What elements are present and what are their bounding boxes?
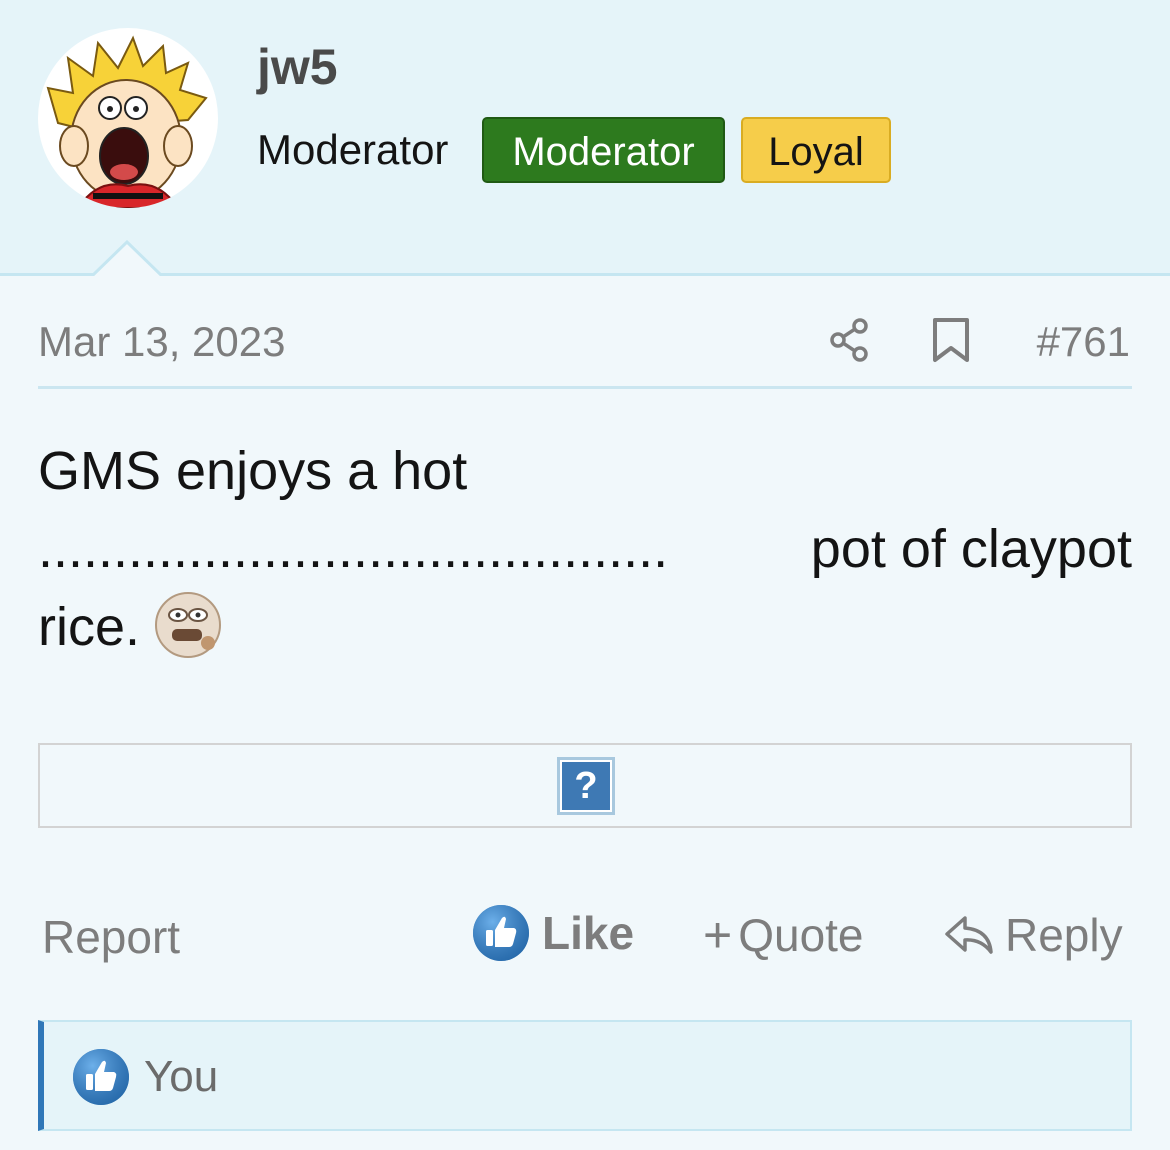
user-header: jw5 Moderator Moderator Loyal — [0, 0, 1170, 276]
user-avatar[interactable] — [38, 28, 218, 208]
reply-arrow-icon — [945, 916, 993, 954]
post-text-line: GMS enjoys a hot — [38, 441, 468, 501]
post-body: GMS enjoys a hot .......................… — [38, 432, 1132, 666]
post-text-line: rice. — [38, 588, 1132, 666]
share-icon[interactable] — [828, 316, 872, 364]
post-actions: Report Like + Quote Reply — [38, 900, 1132, 970]
reactions-summary[interactable]: You — [38, 1020, 1132, 1131]
bookmark-icon[interactable] — [931, 316, 971, 364]
thumbs-up-icon — [73, 1049, 129, 1105]
reactions-users[interactable]: You — [144, 1052, 218, 1102]
badge-moderator: Moderator — [482, 117, 725, 183]
badge-loyal: Loyal — [741, 117, 891, 183]
username[interactable]: jw5 — [257, 38, 338, 96]
post-text-dots: ........................................… — [38, 519, 669, 579]
post-number[interactable]: #761 — [1037, 318, 1130, 366]
thumbs-up-icon — [473, 905, 529, 961]
plus-icon: + — [703, 907, 733, 963]
post-text-line: ........................................… — [38, 510, 1132, 588]
reply-label: Reply — [1005, 909, 1123, 961]
user-title: Moderator — [257, 126, 449, 173]
question-mark-icon: ? — [562, 762, 610, 810]
header-pointer-arrow — [92, 240, 162, 276]
post-date[interactable]: Mar 13, 2023 — [38, 318, 286, 366]
embedded-media-box[interactable]: ? — [38, 743, 1132, 828]
post-text-segment: pot of claypot — [810, 519, 1132, 579]
reply-button[interactable]: Reply — [943, 908, 1123, 962]
broken-image-placeholder: ? — [557, 757, 615, 815]
like-label: Like — [542, 907, 635, 959]
avatar-cartoon-icon — [46, 35, 208, 208]
shocked-smiley-icon — [155, 591, 222, 658]
post-text-segment: rice. — [38, 597, 141, 657]
post-meta-bar: Mar 13, 2023 #761 — [38, 316, 1132, 389]
like-button[interactable]: Like — [472, 902, 634, 964]
quote-label: Quote — [738, 909, 864, 961]
quote-button[interactable]: + Quote — [703, 908, 864, 962]
report-link[interactable]: Report — [42, 910, 180, 964]
